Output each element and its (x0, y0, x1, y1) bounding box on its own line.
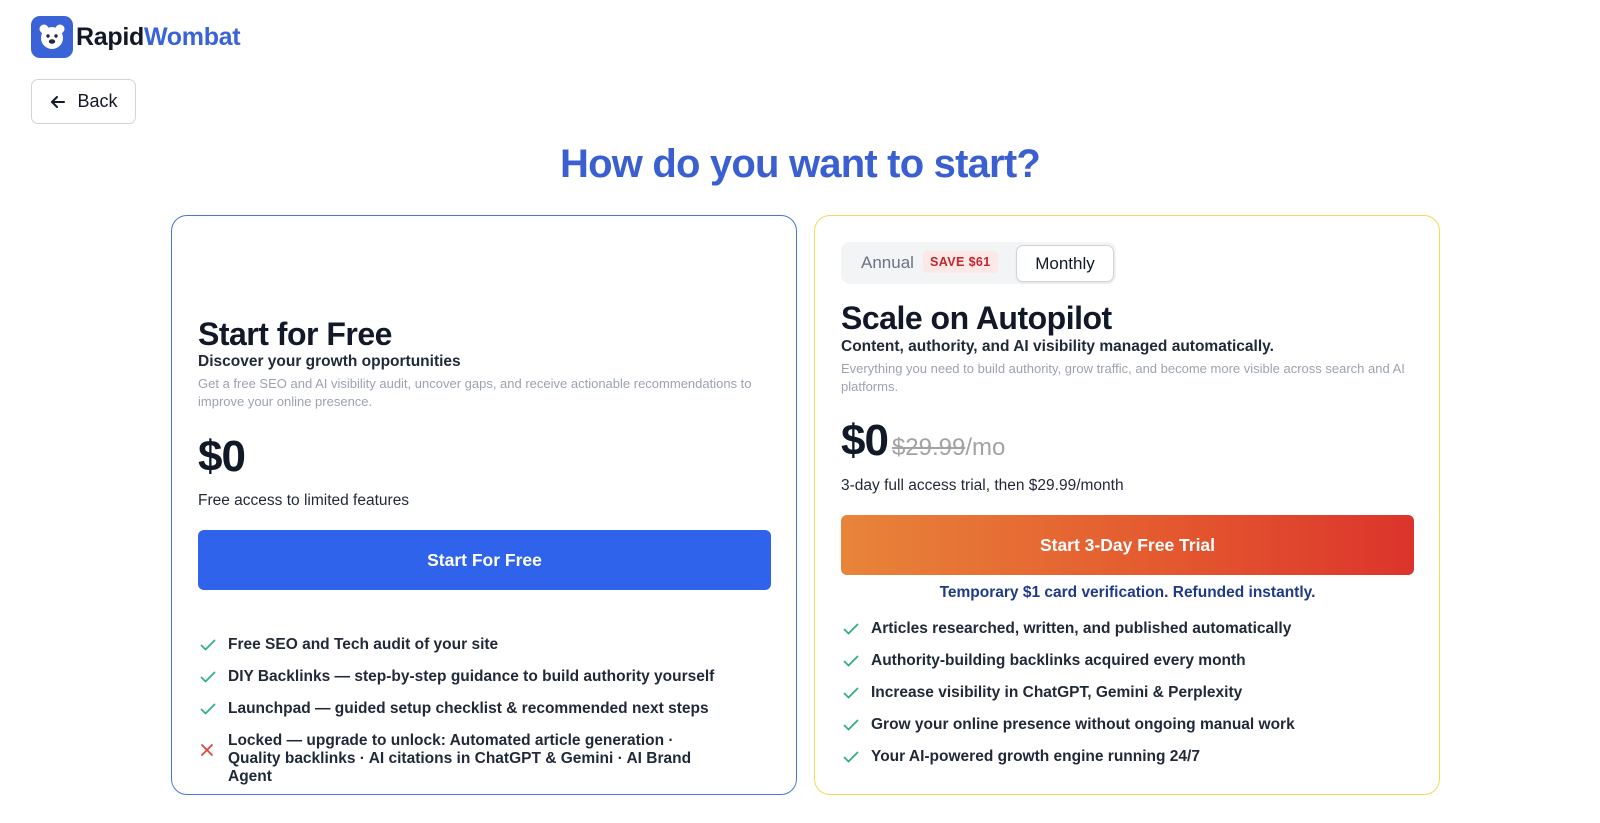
start-for-free-button[interactable]: Start For Free (198, 530, 771, 590)
brand-name-part2: Wombat (143, 22, 241, 51)
free-plan-description: Get a free SEO and AI visibility audit, … (198, 376, 752, 409)
free-plan-price-note: Free access to limited features (198, 492, 410, 509)
list-item: Your AI-powered growth engine running 24… (843, 748, 1403, 766)
list-item: DIY Backlinks — step-by-step guidance to… (200, 668, 760, 686)
free-plan-price: $0 (198, 432, 246, 481)
price-period: /mo (965, 434, 1006, 461)
pro-plan-subtitle: Content, authority, and AI visibility ma… (841, 338, 1274, 355)
back-button[interactable]: Back (31, 79, 136, 124)
list-item: Increase visibility in ChatGPT, Gemini &… (843, 684, 1403, 702)
back-button-label: Back (77, 91, 118, 111)
billing-toggle: Annual SAVE $61 Monthly (841, 242, 1116, 284)
feature-text: DIY Backlinks — step-by-step guidance to… (228, 668, 715, 685)
feature-text: Launchpad — guided setup checklist & rec… (228, 700, 709, 717)
brand-name: RapidWombat (76, 22, 241, 52)
list-item: Authority-building backlinks acquired ev… (843, 652, 1403, 670)
pro-plan-price-row: $0 $29.99/mo (841, 416, 1005, 466)
list-item: Articles researched, written, and publis… (843, 620, 1403, 638)
original-price-value: $29.99 (891, 434, 966, 461)
check-icon (200, 668, 216, 686)
feature-text: Grow your online presence without ongoin… (871, 716, 1295, 733)
free-plan-card: Start for Free Discover your growth oppo… (171, 215, 797, 795)
check-icon (843, 716, 859, 734)
feature-text: Your AI-powered growth engine running 24… (871, 748, 1200, 765)
billing-monthly-option[interactable]: Monthly (1016, 245, 1114, 282)
wombat-logo-icon (31, 16, 73, 58)
page-title: How do you want to start? (560, 142, 1041, 186)
list-item: Launchpad — guided setup checklist & rec… (200, 700, 760, 718)
feature-text: Free SEO and Tech audit of your site (228, 636, 499, 653)
save-badge: SAVE $61 (923, 251, 998, 273)
check-icon (843, 620, 859, 638)
check-icon (200, 700, 216, 718)
brand-name-part1: Rapid (76, 22, 144, 51)
start-trial-button[interactable]: Start 3-Day Free Trial (841, 515, 1414, 575)
pro-plan-price-note: 3-day full access trial, then $29.99/mon… (841, 477, 1124, 494)
free-plan-feature-list: Free SEO and Tech audit of your site DIY… (200, 636, 760, 786)
free-plan-title: Start for Free (198, 316, 392, 352)
pro-plan-original-price: $29.99/mo (892, 434, 1005, 462)
check-icon (200, 636, 216, 654)
billing-annual-option[interactable]: Annual (861, 253, 914, 273)
check-icon (843, 652, 859, 670)
feature-text: Locked — upgrade to unlock: Automated ar… (228, 732, 692, 785)
check-icon (843, 748, 859, 766)
pro-plan-title: Scale on Autopilot (841, 300, 1112, 336)
check-icon (843, 684, 859, 702)
list-item: Grow your online presence without ongoin… (843, 716, 1403, 734)
feature-text: Authority-building backlinks acquired ev… (871, 652, 1246, 669)
feature-text: Increase visibility in ChatGPT, Gemini &… (871, 684, 1243, 701)
x-icon (200, 732, 216, 768)
pro-plan-card: Annual SAVE $61 Monthly Scale on Autopil… (814, 215, 1440, 795)
verification-note: Temporary $1 card verification. Refunded… (939, 584, 1316, 601)
brand-logo[interactable]: RapidWombat (31, 16, 241, 58)
feature-text: Articles researched, written, and publis… (871, 620, 1292, 637)
pro-plan-price: $0 (841, 416, 889, 465)
pro-plan-description: Everything you need to build authority, … (841, 361, 1405, 394)
pro-plan-feature-list: Articles researched, written, and publis… (843, 620, 1403, 766)
arrow-left-icon (49, 93, 67, 111)
free-plan-subtitle: Discover your growth opportunities (198, 353, 461, 370)
list-item: Locked — upgrade to unlock: Automated ar… (200, 732, 720, 786)
list-item: Free SEO and Tech audit of your site (200, 636, 760, 654)
